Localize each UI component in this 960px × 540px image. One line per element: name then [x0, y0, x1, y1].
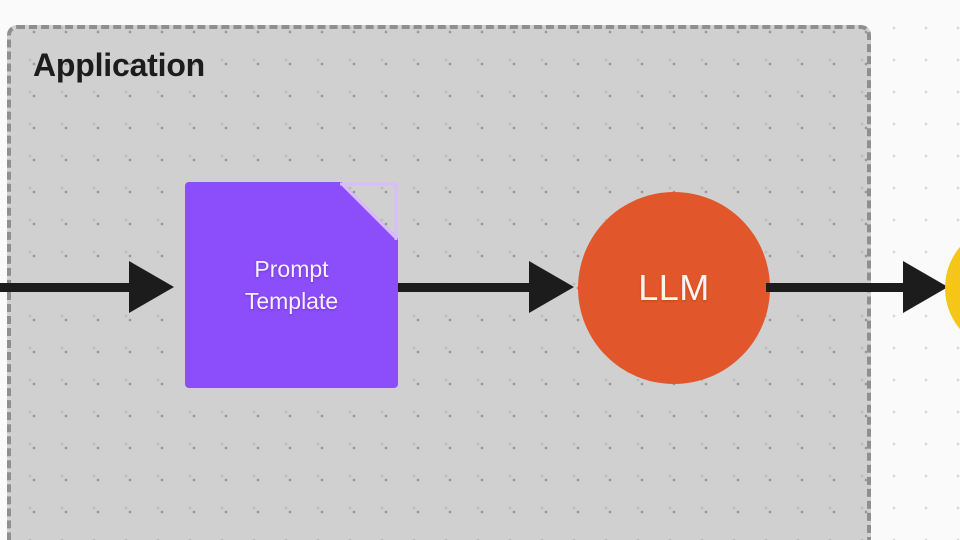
arrow-llm-to-output [766, 261, 948, 313]
node-label-line-2: Template [244, 287, 339, 314]
node-prompt-template[interactable]: Prompt Template [185, 182, 398, 388]
node-llm[interactable]: LLM [578, 192, 770, 384]
arrow-shaft [0, 282, 130, 292]
arrow-head-icon [129, 261, 174, 313]
node-label-line-1: Prompt [254, 255, 329, 282]
arrow-input-to-prompt-template [0, 261, 174, 313]
node-output[interactable] [945, 224, 960, 352]
application-title: Application [33, 47, 206, 83]
diagram-canvas: Application Prompt Template LLM [0, 0, 960, 540]
arrow-shaft [398, 282, 530, 292]
arrow-head-icon [903, 261, 948, 313]
arrow-prompt-template-to-llm [398, 261, 574, 313]
arrow-head-icon [529, 261, 574, 313]
node-llm-label: LLM [638, 267, 710, 308]
node-prompt-template-label: Prompt Template [185, 182, 398, 388]
arrow-shaft [766, 282, 904, 292]
